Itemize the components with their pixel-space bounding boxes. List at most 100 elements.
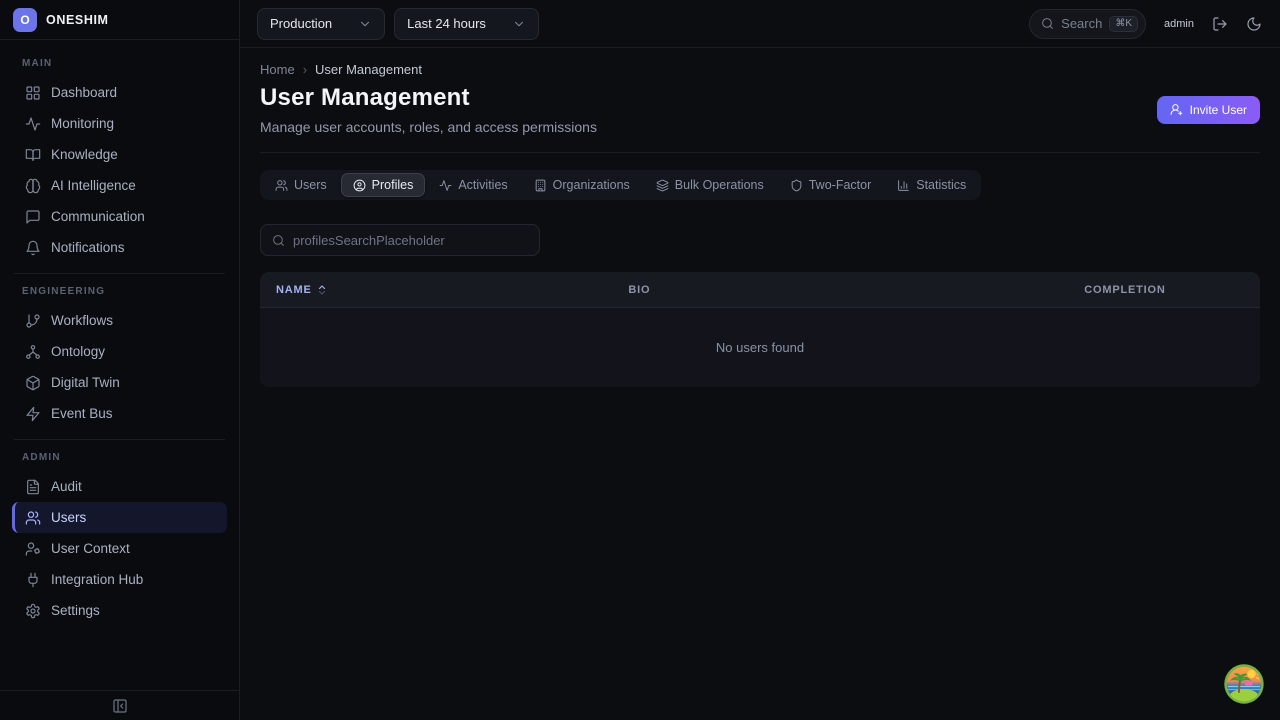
tab-label: Organizations — [552, 178, 630, 192]
monitoring-icon — [25, 116, 41, 132]
column-label: BIO — [628, 283, 651, 296]
sidebar-item-label: Monitoring — [51, 116, 115, 131]
tabs-bar: Users Profiles Activities Organizations — [260, 170, 982, 200]
page-subtitle: Manage user accounts, roles, and access … — [260, 119, 597, 135]
organization-icon — [534, 179, 547, 192]
panel-collapse-icon[interactable] — [112, 698, 128, 714]
profiles-search-box — [260, 224, 540, 256]
tab[interactable]: Bulk Operations — [644, 173, 776, 197]
sidebar-section-engineering: Workflows Ontology Digital Twin Event Bu… — [12, 305, 227, 429]
column-label: NAME — [276, 283, 312, 296]
settings-icon — [25, 603, 41, 619]
sidebar-item[interactable]: Workflows — [12, 305, 227, 336]
sidebar-item[interactable]: AI Intelligence — [12, 170, 227, 201]
topbar: Production Last 24 hours Search ⌘K admin — [240, 0, 1280, 48]
island-fab-button[interactable] — [1224, 664, 1264, 704]
users-icon — [25, 510, 41, 526]
section-label-engineering: Engineering — [22, 286, 106, 297]
sidebar-item-label: Dashboard — [51, 85, 118, 100]
breadcrumb-current: User Management — [315, 62, 422, 77]
tab-label: Users — [294, 178, 327, 192]
integration-hub-icon — [25, 572, 41, 588]
sidebar-item-label: Communication — [51, 209, 145, 224]
profiles-table: NAME BIO COMPLETION No users found — [260, 272, 1260, 387]
column-header[interactable]: BIO — [628, 284, 1084, 296]
sidebar-item-label: Digital Twin — [51, 375, 120, 390]
sidebar-item[interactable]: User Context — [12, 533, 227, 564]
invite-user-label: Invite User — [1189, 102, 1247, 117]
tab[interactable]: Two-Factor — [778, 173, 884, 197]
section-divider — [14, 273, 225, 274]
time-range-select[interactable]: Last 24 hours — [394, 7, 539, 40]
column-label: COMPLETION — [1084, 283, 1166, 296]
sidebar-item-label: User Context — [51, 541, 130, 556]
sidebar-section-admin: Audit Users User Context Integration Hub — [12, 471, 227, 626]
sidebar-item[interactable]: Monitoring — [12, 108, 227, 139]
sidebar-item[interactable]: Users — [12, 502, 227, 533]
tab-label: Bulk Operations — [674, 178, 764, 192]
breadcrumb: Home › User Management — [260, 62, 1260, 77]
sidebar-item-label: Knowledge — [51, 147, 118, 162]
title-row: User Management Manage user accounts, ro… — [260, 84, 1260, 135]
time-range-value: Last 24 hours — [407, 16, 486, 31]
environment-value: Production — [270, 16, 333, 31]
profiles-search-input[interactable] — [293, 232, 528, 248]
sidebar-item-label: Integration Hub — [51, 572, 144, 587]
tab[interactable]: Users — [263, 173, 339, 197]
empty-state-message: No users found — [715, 340, 805, 355]
sidebar-item-label: Notifications — [51, 240, 125, 255]
sidebar-item-label: Settings — [51, 603, 100, 618]
breadcrumb-home-link[interactable]: Home — [260, 62, 295, 77]
tab[interactable]: Profiles — [340, 173, 426, 197]
tab[interactable]: Statistics — [885, 173, 978, 197]
sidebar-item[interactable]: Notifications — [12, 232, 227, 263]
sidebar-item-label: Workflows — [51, 313, 114, 328]
user-context-icon — [25, 541, 41, 557]
section-divider — [14, 439, 225, 440]
tab-label: Activities — [458, 178, 508, 192]
sidebar-section-main: Dashboard Monitoring Knowledge AI Intell… — [12, 77, 227, 263]
page-title: User Management — [260, 84, 470, 111]
environment-select[interactable]: Production — [257, 7, 386, 40]
column-header[interactable]: NAME — [276, 284, 628, 296]
topbar-right: Search ⌘K admin — [1029, 8, 1262, 39]
activity-icon — [439, 179, 452, 192]
breadcrumb-separator: › — [302, 62, 308, 77]
sidebar-item[interactable]: Settings — [12, 595, 227, 626]
invite-user-button[interactable]: Invite User — [1156, 95, 1260, 124]
search-label: Search — [1061, 16, 1103, 31]
sidebar-item[interactable]: Dashboard — [12, 77, 227, 108]
sort-icon — [316, 284, 328, 296]
user-plus-icon — [1170, 103, 1183, 116]
profile-icon — [353, 179, 366, 192]
tab[interactable]: Organizations — [522, 173, 642, 197]
logout-icon[interactable] — [1212, 16, 1228, 32]
users-icon — [275, 179, 288, 192]
island-icon — [1224, 664, 1264, 704]
column-header[interactable]: COMPLETION — [1084, 284, 1244, 296]
sidebar-item[interactable]: Knowledge — [12, 139, 227, 170]
event-bus-icon — [25, 406, 41, 422]
search-shortcut-badge: ⌘K — [1109, 15, 1139, 32]
global-search-button[interactable]: Search ⌘K — [1029, 8, 1147, 39]
section-label-main: Main — [22, 58, 53, 69]
layers-icon — [656, 179, 669, 192]
tab[interactable]: Activities — [427, 173, 519, 197]
sidebar-item-label: Users — [51, 510, 87, 525]
sidebar-item[interactable]: Ontology — [12, 336, 227, 367]
sidebar-item[interactable]: Digital Twin — [12, 367, 227, 398]
ontology-icon — [25, 344, 41, 360]
communication-icon — [25, 209, 41, 225]
sidebar-item-label: Audit — [51, 479, 82, 494]
sidebar-item[interactable]: Integration Hub — [12, 564, 227, 595]
sidebar-item[interactable]: Event Bus — [12, 398, 227, 429]
page-header: Home › User Management User Management M… — [260, 48, 1260, 153]
sidebar-item[interactable]: Communication — [12, 201, 227, 232]
ai-intelligence-icon — [25, 178, 41, 194]
theme-toggle-moon-icon[interactable] — [1246, 16, 1262, 32]
sidebar-item[interactable]: Audit — [12, 471, 227, 502]
audit-icon — [25, 479, 41, 495]
knowledge-icon — [25, 147, 41, 163]
sidebar-nav: Main Dashboard Monitoring Knowledge — [0, 40, 239, 690]
sidebar: O ONESHIM Main Dashboard Monitoring Know… — [0, 0, 240, 720]
